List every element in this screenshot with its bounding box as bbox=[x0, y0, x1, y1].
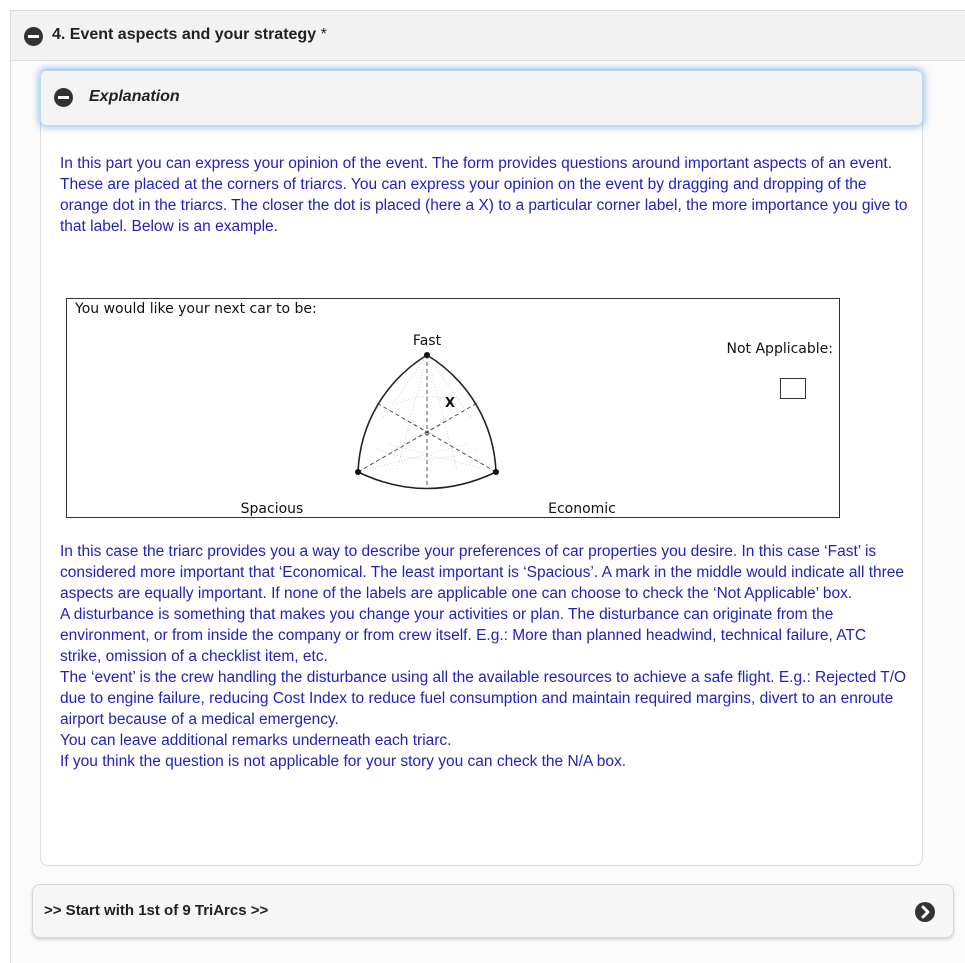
explanation-title: Explanation bbox=[89, 88, 180, 105]
section-title-text: 4. Event aspects and your strategy bbox=[52, 26, 317, 43]
start-button-label: >> Start with 1st of 9 TriArcs >> bbox=[44, 902, 269, 919]
explanation-paragraph: The ‘event’ is the crew handling the dis… bbox=[60, 669, 907, 728]
minus-circle-icon[interactable] bbox=[54, 88, 73, 107]
corner-label-left: Spacious bbox=[241, 501, 304, 517]
explanation-paragraph: A disturbance is something that makes yo… bbox=[60, 606, 867, 665]
minus-circle-icon[interactable] bbox=[24, 27, 43, 46]
section-title: 4. Event aspects and your strategy * bbox=[52, 26, 327, 44]
explanation-details: In this case the triarc provides you a w… bbox=[60, 541, 910, 772]
corner-dot-right bbox=[493, 469, 499, 475]
explanation-header[interactable]: Explanation bbox=[40, 70, 923, 126]
corner-dot-left bbox=[355, 469, 361, 475]
marker-x[interactable]: X bbox=[445, 396, 455, 411]
start-triarcs-button[interactable]: >> Start with 1st of 9 TriArcs >> bbox=[32, 884, 954, 938]
section-header[interactable]: 4. Event aspects and your strategy * bbox=[11, 11, 965, 61]
corner-label-top: Fast bbox=[413, 333, 442, 349]
not-applicable-label: Not Applicable: bbox=[726, 341, 834, 357]
explanation-intro: In this part you can express your opinio… bbox=[60, 155, 908, 235]
explanation-paragraph: If you think the question is not applica… bbox=[60, 753, 627, 770]
corner-dot-top bbox=[424, 352, 430, 358]
corner-label-right: Economic bbox=[548, 501, 616, 517]
example-prompt: You would like your next car to be: bbox=[75, 301, 317, 317]
triarc-diagram: Fast X Spacious Economic bbox=[241, 333, 616, 517]
arrow-right-circle-icon[interactable] bbox=[915, 902, 935, 922]
explanation-paragraph: You can leave additional remarks underne… bbox=[60, 732, 452, 749]
triarc-example: Fast X Spacious Economic You would like … bbox=[66, 298, 840, 518]
not-applicable-checkbox[interactable] bbox=[780, 378, 806, 399]
explanation-paragraph: In this case the triarc provides you a w… bbox=[60, 543, 905, 602]
required-marker: * bbox=[320, 26, 327, 43]
